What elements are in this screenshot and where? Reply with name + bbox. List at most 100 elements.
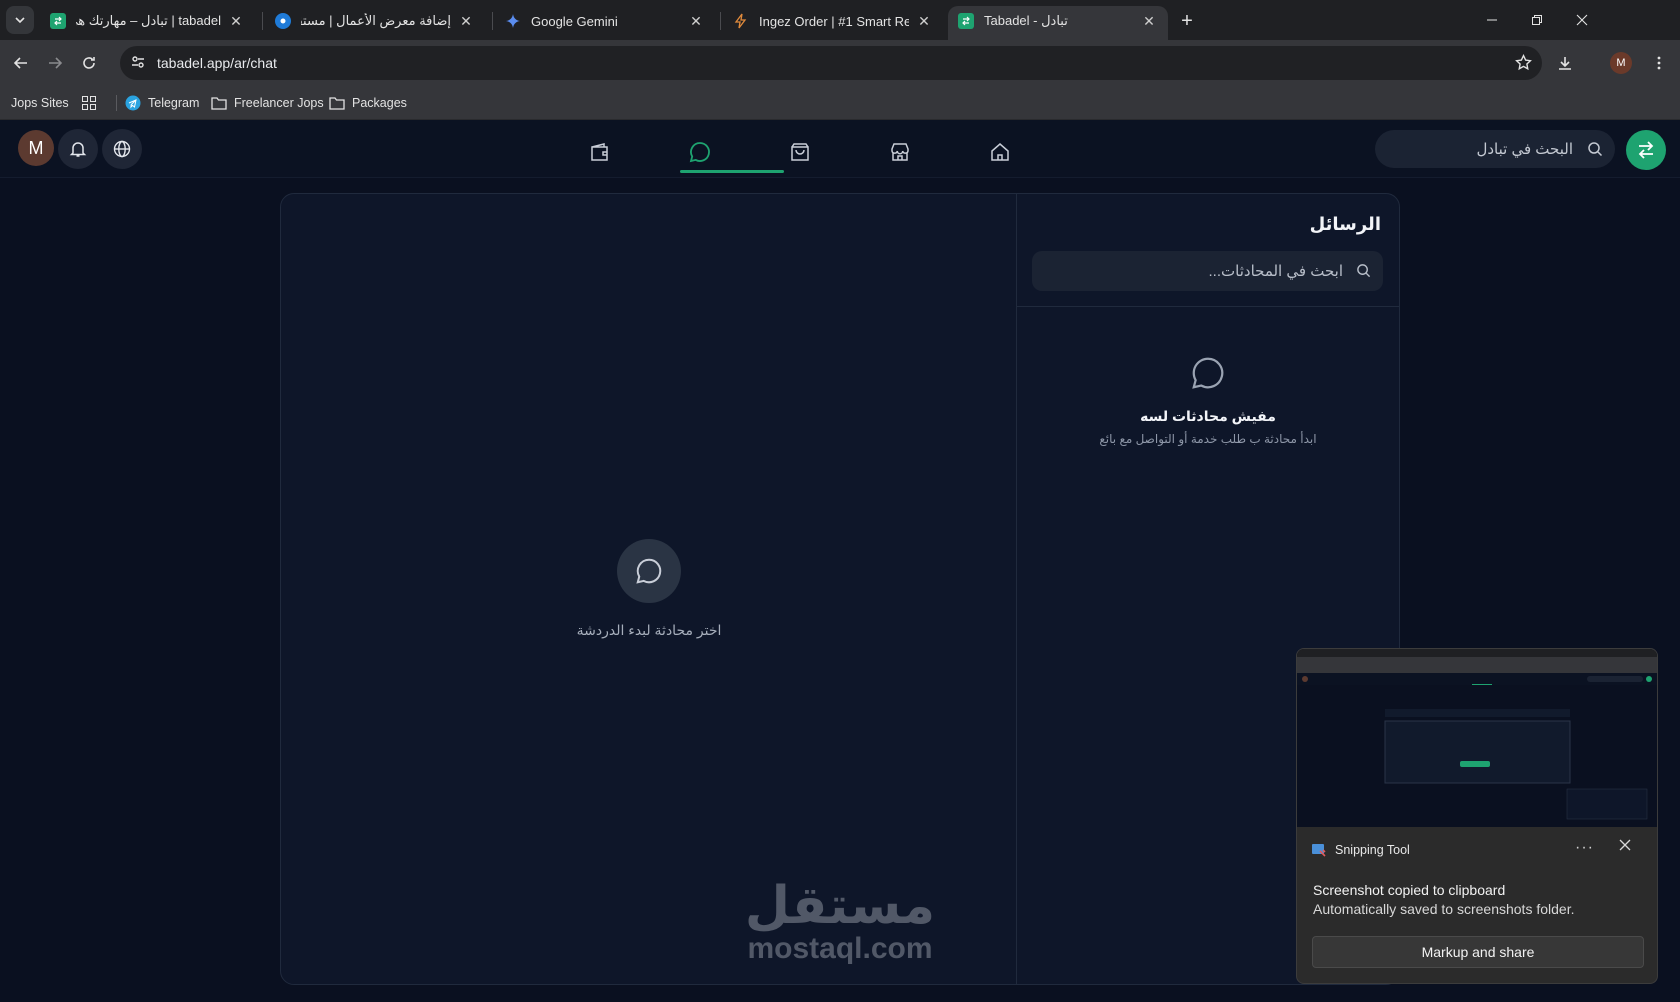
notifications-button[interactable] — [58, 129, 98, 169]
arrow-right-icon — [49, 57, 63, 69]
home-icon — [991, 143, 1009, 161]
screenshot-thumbnail[interactable] — [1297, 649, 1657, 827]
profile-avatar[interactable]: M — [1610, 52, 1632, 74]
close-icon[interactable]: ✕ — [915, 12, 933, 30]
search-icon — [1587, 141, 1603, 157]
bookmarks-bar: Jops Sites Telegram Freelancer Jops Pack… — [0, 86, 1680, 120]
restore-icon — [1532, 15, 1542, 25]
minimize-icon — [1487, 19, 1497, 21]
tab-title: Ingez Order | #1 Smart Restaurant — [759, 13, 909, 29]
conversation-search-input[interactable]: ابحث في المحادثات... — [1032, 251, 1383, 291]
folder-icon — [329, 96, 345, 110]
close-icon[interactable]: ✕ — [227, 12, 245, 30]
bookmark-label: Packages — [352, 96, 407, 110]
apps-button[interactable] — [81, 92, 97, 114]
tab-title: إضافة معرض الأعمال | مستقل — [301, 13, 451, 28]
globe-icon — [113, 140, 131, 158]
close-window-button[interactable] — [1559, 0, 1605, 40]
reload-button[interactable] — [75, 49, 103, 77]
mostaql-icon — [275, 13, 291, 29]
more-vertical-icon — [1657, 56, 1661, 70]
browser-tab[interactable]: tabadel | تبادل – مهارتك هي عملتك ✕ — [40, 6, 255, 36]
new-tab-button[interactable]: + — [1174, 8, 1200, 34]
browser-tab[interactable]: Ingez Order | #1 Smart Restaurant ✕ — [723, 6, 943, 36]
close-icon[interactable]: ✕ — [687, 12, 705, 30]
nav-home[interactable] — [948, 130, 1052, 174]
arrow-left-icon — [13, 57, 27, 69]
toast-subtitle: Automatically saved to screenshots folde… — [1313, 901, 1575, 917]
search-placeholder: ابحث في المحادثات... — [1208, 263, 1343, 280]
bookmark-label: Telegram — [148, 96, 200, 110]
header-search-input[interactable]: البحث في تبادل — [1375, 130, 1615, 168]
bolt-icon — [733, 13, 749, 29]
markup-share-button[interactable]: Markup and share — [1312, 936, 1644, 968]
bell-icon — [69, 142, 87, 157]
nav-store[interactable] — [848, 130, 952, 174]
watermark: مستقل mostaql.com — [730, 880, 950, 965]
toast-header: Snipping Tool — [1311, 842, 1410, 858]
bookmark-folder[interactable]: Packages — [329, 92, 407, 114]
chat-placeholder-text: اختر محادثة لبدء الدردشة — [576, 622, 722, 638]
tabadel-logo-icon — [958, 13, 974, 29]
gemini-icon — [505, 13, 521, 29]
user-avatar[interactable]: M — [18, 130, 54, 166]
tab-strip: tabadel | تبادل – مهارتك هي عملتك ✕ إضاف… — [0, 0, 1680, 40]
nav-orders[interactable] — [748, 130, 852, 174]
watermark-arabic: مستقل — [744, 877, 936, 935]
bookmark-item[interactable]: Jops Sites — [11, 92, 69, 114]
tabadel-logo-icon — [50, 13, 66, 29]
bookmark-label: Freelancer Jops — [234, 96, 324, 110]
tab-search-button[interactable] — [6, 6, 34, 34]
search-placeholder: البحث في تبادل — [1476, 141, 1573, 158]
browser-tab[interactable]: إضافة معرض الأعمال | مستقل ✕ — [265, 6, 485, 36]
nav-chat[interactable] — [648, 130, 752, 174]
search-icon — [1356, 263, 1371, 278]
snipping-tool-icon — [1311, 842, 1327, 858]
menu-button[interactable] — [1645, 49, 1673, 77]
downloads-button[interactable] — [1551, 49, 1579, 77]
telegram-icon — [125, 95, 141, 111]
bookmark-star-icon[interactable] — [1515, 54, 1532, 71]
browser-tab[interactable]: Google Gemini ✕ — [495, 6, 715, 36]
divider — [1017, 306, 1399, 307]
chat-icon — [1189, 354, 1227, 392]
bookmark-label: Jops Sites — [11, 96, 69, 110]
close-icon[interactable] — [1619, 839, 1631, 851]
store-icon — [891, 143, 909, 161]
reload-icon — [83, 57, 95, 69]
bookmark-folder[interactable]: Freelancer Jops — [211, 92, 324, 114]
empty-state-title: مفيش محادثات لسه — [1140, 408, 1276, 424]
messages-card: اختر محادثة لبدء الدردشة الرسائل ابحث في… — [280, 193, 1400, 985]
toast-app-name: Snipping Tool — [1335, 843, 1410, 857]
download-icon — [1559, 57, 1571, 70]
language-button[interactable] — [102, 129, 142, 169]
browser-tab-active[interactable]: Tabadel - تبادل ✕ — [948, 6, 1168, 40]
nav-wallet[interactable] — [548, 130, 652, 174]
chevron-down-icon — [15, 17, 25, 24]
tab-title: Tabadel - تبادل — [984, 13, 1068, 28]
chat-icon — [689, 142, 710, 163]
address-bar[interactable]: tabadel.app/ar/chat — [120, 46, 1542, 80]
grid-icon — [82, 96, 96, 110]
minimize-button[interactable] — [1469, 0, 1515, 40]
forward-button[interactable] — [41, 49, 69, 77]
close-icon[interactable]: ✕ — [1140, 12, 1158, 30]
more-options-icon[interactable]: ··· — [1575, 839, 1594, 857]
bookmark-item[interactable]: Telegram — [125, 92, 199, 114]
restore-button[interactable] — [1514, 0, 1560, 40]
watermark-latin: mostaql.com — [747, 932, 933, 965]
close-icon[interactable]: ✕ — [457, 12, 475, 30]
browser-toolbar: tabadel.app/ar/chat M — [0, 40, 1680, 86]
close-icon — [1576, 14, 1588, 26]
exchange-arrows-icon — [1638, 141, 1654, 159]
chat-empty-icon-wrap — [617, 539, 681, 603]
page-title: الرسائل — [1309, 214, 1381, 234]
site-info-icon[interactable] — [130, 54, 146, 70]
tab-title: Google Gemini — [531, 13, 618, 29]
empty-state-subtitle: ابدأ محادثة ب طلب خدمة أو التواصل مع بائ… — [1099, 432, 1317, 446]
back-button[interactable] — [7, 49, 35, 77]
url-text: tabadel.app/ar/chat — [157, 55, 277, 71]
tabadel-logo-button[interactable] — [1626, 130, 1666, 170]
wallet-icon — [591, 143, 608, 161]
bag-icon — [791, 143, 809, 161]
